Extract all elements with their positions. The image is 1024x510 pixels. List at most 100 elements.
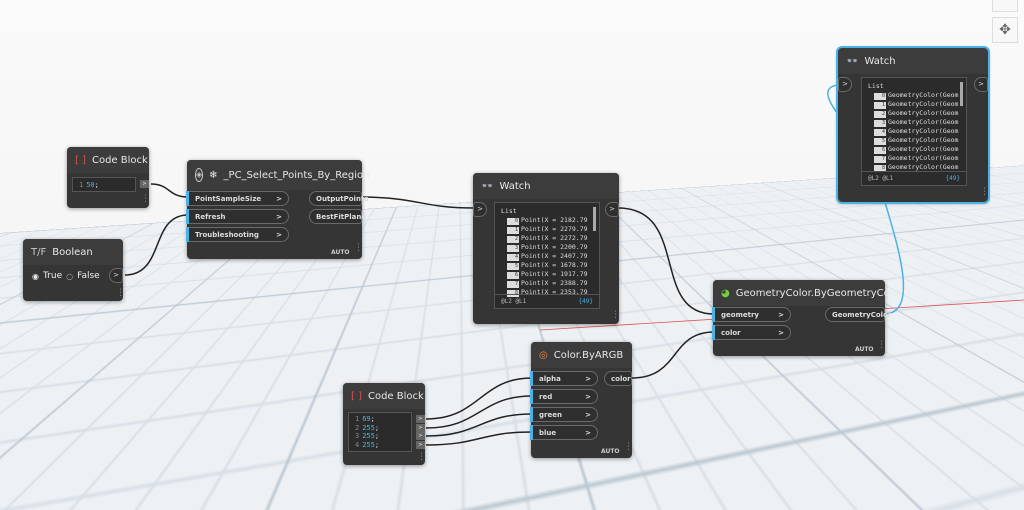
output-port[interactable]: > xyxy=(109,268,123,283)
input-alpha[interactable]: alpha > xyxy=(530,371,598,386)
scrollbar[interactable] xyxy=(593,207,596,231)
index-badge: 1 xyxy=(874,102,886,109)
lacing-label: AUTO xyxy=(855,346,874,353)
watch-node-1[interactable]: 👓 Watch > > List 0 Point(X = 2182.79 1 Point… xyxy=(473,173,620,324)
node-title: Code Block xyxy=(367,390,424,402)
node-menu-icon[interactable]: ⋮ xyxy=(624,443,633,452)
output-port-2[interactable]: > xyxy=(416,424,425,432)
list-item: 2 Point(X = 2272.79 xyxy=(501,234,593,243)
code-line: 3 255; xyxy=(355,432,380,440)
color-by-argb-node[interactable]: ◎ Color.ByARGB alpha > red > green > blue > c… xyxy=(530,342,633,458)
boolean-node[interactable]: T/F Boolean ◉ True ○ False > ⋮ xyxy=(23,239,125,301)
watch-list[interactable]: List 0 GeometryColor(Geom 1 GeometryColor(G… xyxy=(861,77,967,186)
list-item: 0 Point(X = 2182.79 xyxy=(501,216,593,225)
input-blue[interactable]: blue > xyxy=(530,425,598,440)
output-output-points[interactable]: OutputPoints xyxy=(309,191,368,206)
output-port[interactable]: > xyxy=(605,202,619,217)
code-block-icon: [ ] xyxy=(351,390,362,402)
list-item: 0 GeometryColor(Geom xyxy=(868,91,960,100)
node-menu-icon[interactable]: ⋮ xyxy=(116,289,125,298)
index-badge: 4 xyxy=(507,254,519,261)
pan-button[interactable]: ✥ xyxy=(992,17,1018,43)
node-menu-icon[interactable]: ⋮ xyxy=(980,188,989,197)
watch-list[interactable]: List 0 Point(X = 2182.79 1 Point(X = 2279.7… xyxy=(494,202,600,309)
index-badge: 3 xyxy=(507,245,519,252)
pc-select-points-node[interactable]: ◈ ❄ _PC_Select_Points_By_Region PointSampl… xyxy=(186,160,369,259)
input-point-sample-size[interactable]: PointSampleSize > xyxy=(186,191,289,206)
color-wheel-icon: ◕ xyxy=(721,287,730,299)
node-menu-icon[interactable]: ⋮ xyxy=(417,453,426,462)
true-radio[interactable]: ◉ xyxy=(32,272,39,281)
code-line: 2 255; xyxy=(355,423,380,432)
list-item: 3 Point(X = 2200.79 xyxy=(501,243,593,252)
node-title: Color.ByARGB xyxy=(553,349,624,361)
list-label: List xyxy=(501,207,517,215)
list-item: 6 GeometryColor(Geom xyxy=(868,145,960,154)
custom-node-icon: ◈ xyxy=(195,168,204,182)
output-port-4[interactable]: > xyxy=(416,441,425,449)
node-title: Boolean xyxy=(52,246,93,258)
watch-icon: 👓 xyxy=(481,180,494,192)
output-port[interactable]: > xyxy=(140,180,149,188)
input-refresh[interactable]: Refresh > xyxy=(186,209,289,224)
code-editor[interactable]: 1 50; xyxy=(72,177,136,192)
geometry-color-node[interactable]: ◕ GeometryColor.ByGeometryColor geometry >… xyxy=(712,280,903,356)
index-badge: 2 xyxy=(507,236,519,243)
index-badge: 1 xyxy=(507,227,519,234)
output-port[interactable]: > xyxy=(974,77,988,92)
watch-node-2[interactable]: 👓 Watch > > List 0 GeometryColor(Geom 1 Geom… xyxy=(836,46,990,204)
index-badge: 5 xyxy=(874,138,886,145)
lacing-label: AUTO xyxy=(331,249,350,256)
index-badge: 7 xyxy=(507,281,519,288)
node-title: _PC_Select_Points_By_Region xyxy=(223,169,370,181)
list-item: 4 GeometryColor(Geom xyxy=(868,127,960,136)
input-color[interactable]: color > xyxy=(712,325,791,340)
list-item: 5 GeometryColor(Geom xyxy=(868,136,960,145)
input-green[interactable]: green > xyxy=(530,407,598,422)
code-line: 1 69; xyxy=(355,415,375,423)
index-badge: 7 xyxy=(874,156,886,163)
true-label[interactable]: True xyxy=(43,271,62,281)
node-menu-icon[interactable]: ⋮ xyxy=(354,244,363,253)
count-label: {49} xyxy=(578,298,593,305)
watch-icon: 👓 xyxy=(846,55,859,67)
input-red[interactable]: red > xyxy=(530,389,598,404)
list-item: 5 Point(X = 1678.79 xyxy=(501,261,593,270)
node-title: Watch xyxy=(864,55,896,67)
code-block-node-1[interactable]: [ ] Code Block 1 50; > ⋮ xyxy=(67,147,150,208)
index-badge: 3 xyxy=(874,120,886,127)
lacing-label: AUTO xyxy=(601,448,620,455)
list-label: List xyxy=(868,82,884,90)
index-badge: 2 xyxy=(874,111,886,118)
list-item: 3 GeometryColor(Geom xyxy=(868,118,960,127)
levels-label: @L2 @L1 xyxy=(501,298,527,305)
output-port-1[interactable]: > xyxy=(416,415,425,423)
false-label[interactable]: False xyxy=(77,271,100,281)
list-item: 1 Point(X = 2279.79 xyxy=(501,225,593,234)
input-port[interactable]: > xyxy=(838,77,852,92)
index-badge: 6 xyxy=(507,272,519,279)
code-editor[interactable]: 1 69; 2 255; 3 255; 4 255; xyxy=(348,412,412,452)
index-badge: 6 xyxy=(874,147,886,154)
scrollbar[interactable] xyxy=(960,82,963,106)
input-geometry[interactable]: geometry > xyxy=(712,307,791,322)
output-port-3[interactable]: > xyxy=(416,432,425,440)
input-troubleshooting[interactable]: Troubleshooting > xyxy=(186,227,289,242)
list-item: 7 GeometryColor(Geom xyxy=(868,154,960,163)
input-port[interactable]: > xyxy=(473,202,487,217)
index-badge: 5 xyxy=(507,263,519,270)
index-badge: 4 xyxy=(874,129,886,136)
count-label: {49} xyxy=(945,175,960,182)
boolean-icon: T/F xyxy=(31,246,47,258)
index-badge: 0 xyxy=(874,93,886,100)
node-menu-icon[interactable]: ⋮ xyxy=(877,341,886,350)
node-menu-icon[interactable]: ⋮ xyxy=(611,311,620,320)
code-block-node-2[interactable]: [ ] Code Block 1 69; 2 255; 3 255; 4 255; > > > … xyxy=(343,383,426,465)
zoom-out-button[interactable]: − xyxy=(992,0,1018,12)
false-radio[interactable]: ○ xyxy=(66,272,73,281)
node-menu-icon[interactable]: ⋮ xyxy=(141,195,150,204)
node-title: Code Block xyxy=(91,154,148,166)
output-geometry-color[interactable]: GeometryColor xyxy=(825,307,891,322)
output-color[interactable]: color xyxy=(604,371,632,386)
output-best-fit-plane[interactable]: BestFitPlane xyxy=(309,209,366,224)
